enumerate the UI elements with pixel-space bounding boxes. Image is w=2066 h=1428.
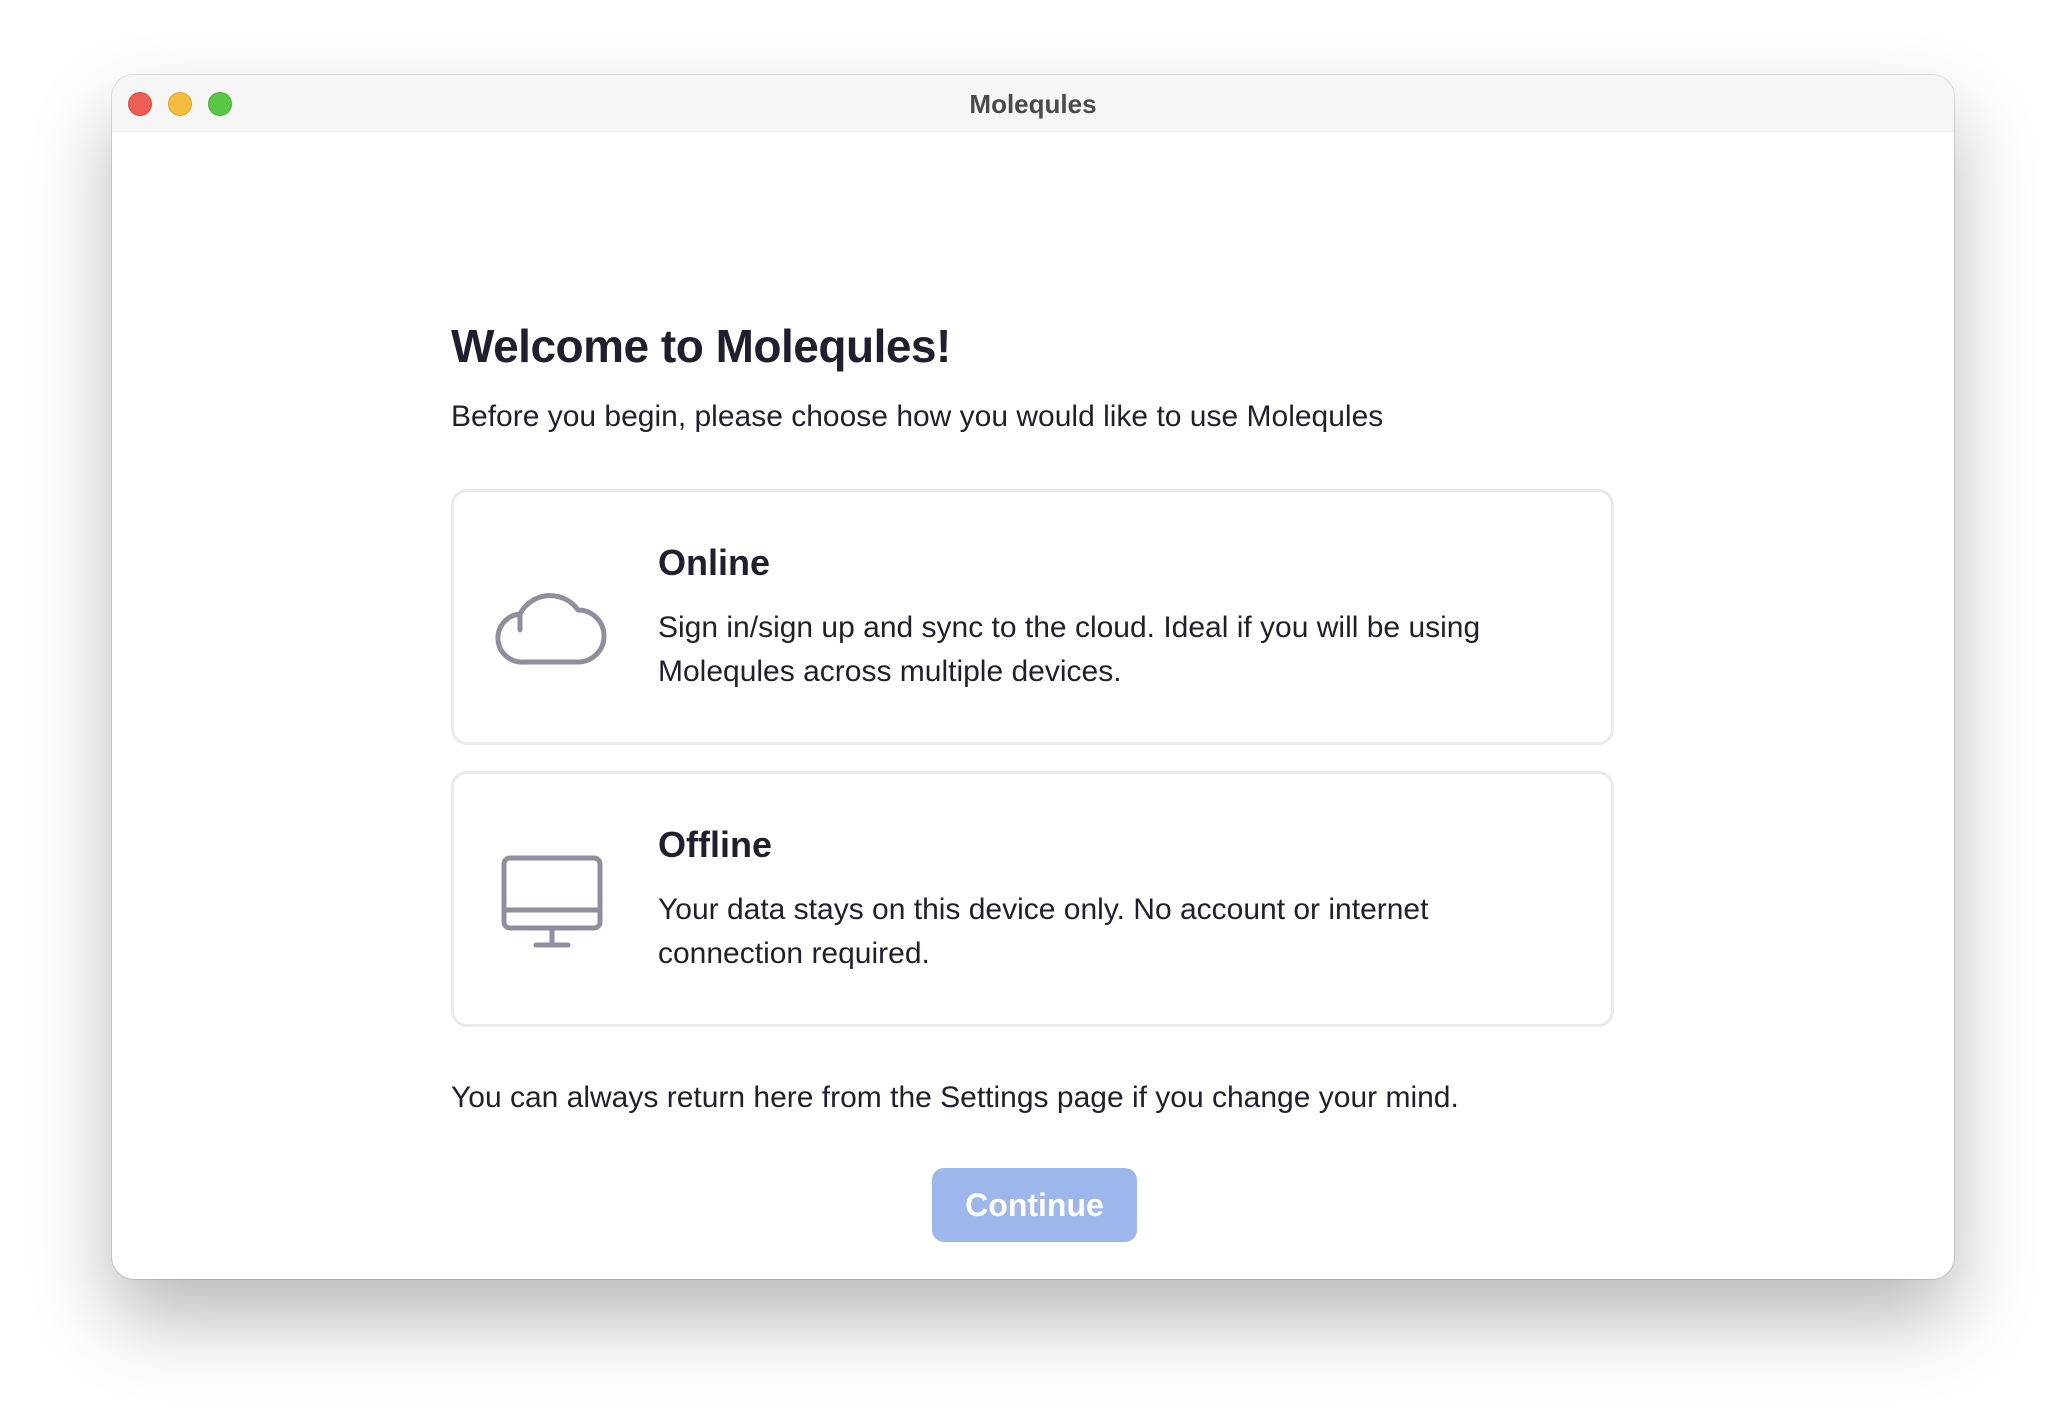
offline-option-title: Offline [658, 824, 772, 865]
offline-option-card[interactable]: Offline Your data stays on this device o… [451, 771, 1614, 1027]
app-window: Molequles Welcome to Molequles! Before y… [112, 75, 1954, 1279]
window-title: Molequles [969, 89, 1097, 119]
desktop-icon [492, 852, 612, 952]
title-bar[interactable]: Molequles [112, 75, 1954, 132]
cloud-icon [492, 570, 612, 670]
online-option-card[interactable]: Online Sign in/sign up and sync to the c… [451, 489, 1614, 745]
page-subtitle: Before you begin, please choose how you … [451, 400, 1384, 433]
page-title: Welcome to Molequles! [451, 320, 951, 372]
settings-note: You can always return here from the Sett… [451, 1081, 1459, 1114]
offline-option-description: Your data stays on this device only. No … [658, 893, 1429, 970]
online-option-description: Sign in/sign up and sync to the cloud. I… [658, 611, 1481, 688]
continue-button[interactable]: Continue [932, 1168, 1137, 1242]
online-option-title: Online [658, 542, 771, 583]
